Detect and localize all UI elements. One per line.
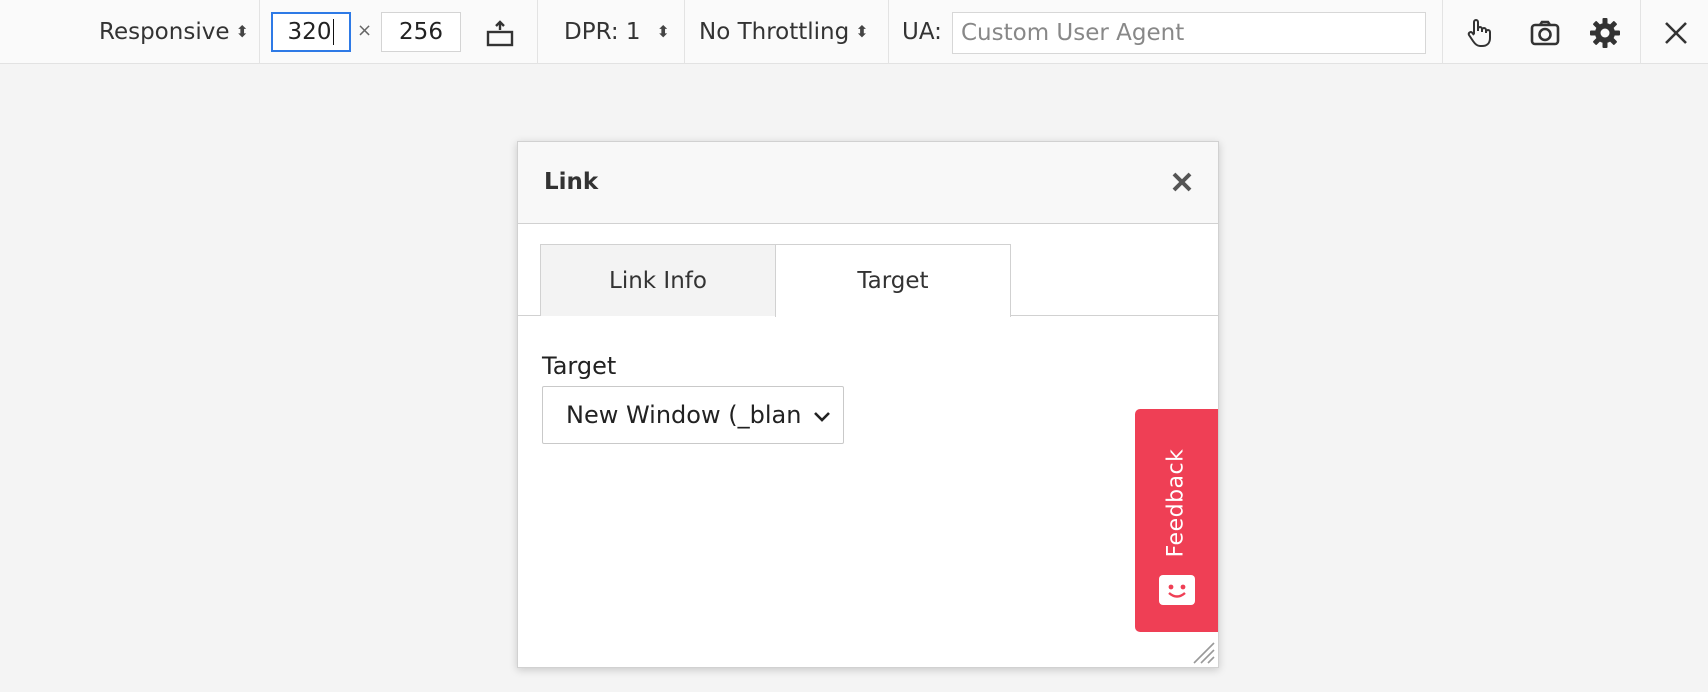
device-toolbar: Responsive ⬍ 320 × 256 DPR: 1 ⬍ No Throt… xyxy=(0,0,1708,64)
tab-target[interactable]: Target xyxy=(775,244,1011,317)
dimension-separator: × xyxy=(357,20,373,41)
close-icon[interactable] xyxy=(1660,17,1692,49)
dialog-close-icon[interactable] xyxy=(1166,166,1198,198)
link-dialog: Link Link Info Target Target New Window … xyxy=(517,141,1219,668)
target-select[interactable]: New Window (_blan xyxy=(542,386,844,444)
device-dropdown-arrows-icon: ⬍ xyxy=(235,22,249,41)
ua-label-wrap: UA: xyxy=(902,0,942,64)
target-select-value: New Window (_blan xyxy=(566,401,802,429)
device-label: Responsive xyxy=(99,19,230,45)
width-value: 320 xyxy=(287,19,332,45)
tab-label: Link Info xyxy=(609,267,707,294)
user-agent-input[interactable]: Custom User Agent xyxy=(952,12,1426,54)
user-agent-placeholder: Custom User Agent xyxy=(961,20,1185,46)
smiley-chat-icon xyxy=(1159,575,1195,605)
dpr-label: DPR: 1 xyxy=(564,19,641,45)
dialog-header: Link xyxy=(518,142,1218,224)
chevron-down-icon xyxy=(814,412,830,422)
settings-gear-icon[interactable] xyxy=(1589,17,1621,49)
dialog-tabs: Link Info Target xyxy=(518,224,1218,317)
tab-link-info[interactable]: Link Info xyxy=(540,244,776,316)
throttling-selector[interactable]: No Throttling ⬍ xyxy=(699,0,869,64)
throttling-label: No Throttling xyxy=(699,19,850,45)
toolbar-divider xyxy=(888,0,889,64)
touch-simulation-icon[interactable] xyxy=(1463,17,1495,49)
dialog-title: Link xyxy=(544,169,599,195)
feedback-label: Feedback xyxy=(1163,448,1189,558)
throttling-dropdown-arrows-icon: ⬍ xyxy=(855,22,869,41)
resize-grip-icon[interactable] xyxy=(1190,639,1216,665)
feedback-button[interactable]: Feedback xyxy=(1135,409,1218,632)
height-value: 256 xyxy=(399,19,443,45)
dpr-selector[interactable]: DPR: 1 ⬍ xyxy=(564,0,670,64)
screenshot-camera-icon[interactable] xyxy=(1529,17,1561,49)
toolbar-divider xyxy=(1442,0,1443,64)
toolbar-divider xyxy=(684,0,685,64)
width-input[interactable]: 320 xyxy=(271,12,351,52)
text-caret xyxy=(333,19,335,45)
target-field-label: Target xyxy=(542,352,617,380)
height-input[interactable]: 256 xyxy=(381,12,461,52)
ua-label: UA: xyxy=(902,19,942,45)
device-selector[interactable]: Responsive ⬍ xyxy=(99,0,249,64)
toolbar-divider xyxy=(537,0,538,64)
dpr-dropdown-arrows-icon: ⬍ xyxy=(656,22,670,41)
tab-label: Target xyxy=(857,268,929,294)
toolbar-divider xyxy=(1640,0,1641,64)
toolbar-divider xyxy=(259,0,260,64)
rotate-icon[interactable] xyxy=(484,17,516,49)
